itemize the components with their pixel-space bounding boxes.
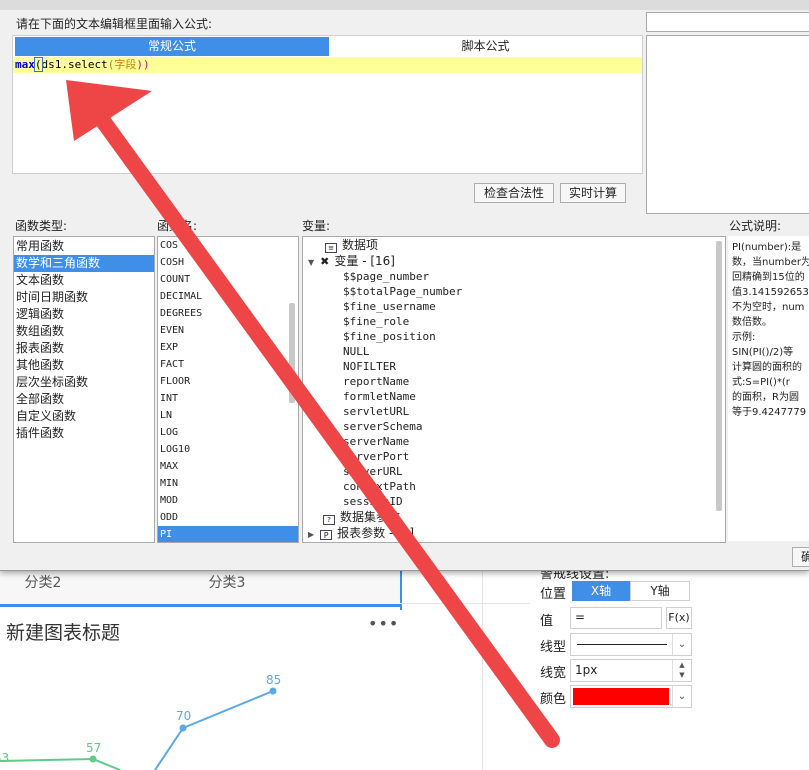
annotation-arrow — [66, 80, 560, 748]
